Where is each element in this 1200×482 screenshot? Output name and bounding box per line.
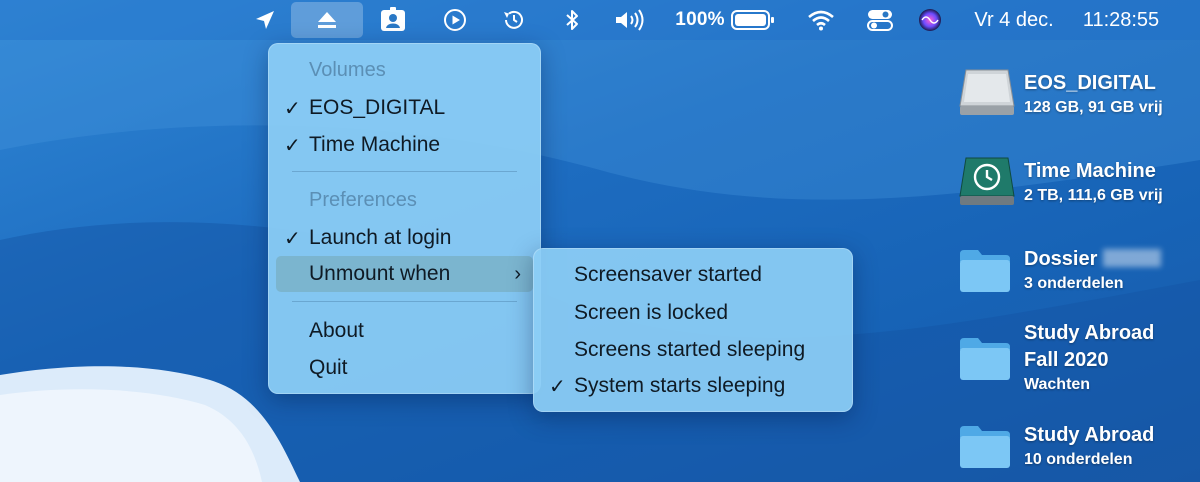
- desktop-item-time-machine[interactable]: Time Machine 2 TB, 111,6 GB vrij: [958, 154, 1198, 214]
- desktop-item-subtitle: 10 onderdelen: [1024, 451, 1133, 468]
- battery-icon[interactable]: [730, 0, 776, 40]
- eject-dropdown-menu: Volumes ✓ EOS_DIGITAL ✓ Time Machine Pre…: [268, 43, 541, 394]
- desktop-item-eos-digital[interactable]: EOS_DIGITAL 128 GB, 91 GB vrij: [958, 66, 1198, 126]
- menu-item-quit[interactable]: Quit: [268, 353, 541, 383]
- menu-item-unmount-when[interactable]: Unmount when ›: [268, 259, 541, 289]
- chevron-right-icon: ›: [514, 262, 521, 285]
- menu-bar: 100% Vr 4 dec. 11:28:55: [0, 0, 1200, 40]
- redacted-blur: [1103, 249, 1162, 267]
- siri-icon[interactable]: [914, 0, 946, 40]
- desktop-item-subtitle: 3 onderdelen: [1024, 275, 1124, 292]
- control-center-icon[interactable]: [864, 0, 896, 40]
- menu-separator: [292, 171, 517, 172]
- desktop-item-title: Dossier: [1024, 248, 1162, 271]
- menu-item-label: Launch at login: [309, 226, 452, 249]
- wifi-icon[interactable]: [805, 0, 837, 40]
- desktop-item-study-abroad[interactable]: Study Abroad 10 onderdelen: [958, 420, 1198, 480]
- location-arrow-icon[interactable]: [250, 0, 280, 40]
- contacts-icon[interactable]: [376, 0, 410, 40]
- menu-item-time-machine[interactable]: ✓ Time Machine: [268, 130, 541, 160]
- menu-item-label: Quit: [309, 356, 348, 379]
- desktop-item-title: Study Abroad: [1024, 424, 1155, 446]
- desktop-item-study-abroad-fall[interactable]: Study Abroad Fall 2020 Wachten: [958, 320, 1198, 400]
- preferences-header: Preferences: [309, 189, 417, 211]
- menu-item-label: Screens started sleeping: [574, 338, 806, 361]
- menu-item-label: Unmount when: [309, 262, 451, 285]
- eject-menu-button[interactable]: [291, 2, 363, 38]
- menu-item-label: EOS_DIGITAL: [309, 96, 446, 119]
- unmount-when-submenu: Screensaver started Screen is locked Scr…: [533, 248, 853, 412]
- battery-percent[interactable]: 100%: [672, 0, 728, 40]
- desktop-item-subtitle: 128 GB, 91 GB vrij: [1024, 99, 1163, 116]
- menu-separator: [292, 301, 517, 302]
- desktop-item-title-line2: Fall 2020: [1024, 349, 1109, 371]
- menu-item-label: Screen is locked: [574, 301, 729, 324]
- time-machine-drive-icon: [959, 157, 1015, 205]
- menu-item-label: About: [309, 319, 364, 342]
- eject-icon: [318, 12, 336, 28]
- menubar-date[interactable]: Vr 4 dec.: [964, 0, 1064, 40]
- menu-item-label: System starts sleeping: [574, 374, 786, 397]
- folder-icon: [960, 426, 1010, 468]
- desktop-item-subtitle: Wachten: [1024, 376, 1091, 393]
- submenu-item-screensaver-started[interactable]: Screensaver started: [533, 260, 853, 290]
- check-icon: ✓: [284, 134, 301, 157]
- menu-item-launch-at-login[interactable]: ✓ Launch at login: [268, 223, 541, 253]
- bluetooth-icon[interactable]: [560, 0, 584, 40]
- submenu-item-screen-locked[interactable]: Screen is locked: [533, 298, 853, 328]
- menu-item-label: Screensaver started: [574, 263, 762, 286]
- desktop-item-title: Study Abroad: [1024, 322, 1155, 344]
- desktop-item-subtitle: 2 TB, 111,6 GB vrij: [1024, 187, 1163, 204]
- folder-icon: [960, 338, 1010, 380]
- desktop-item-dossier[interactable]: Dossier 3 onderdelen: [958, 242, 1198, 302]
- check-icon: ✓: [284, 97, 301, 120]
- menubar-time[interactable]: 11:28:55: [1072, 0, 1170, 40]
- folder-icon: [960, 250, 1010, 292]
- time-machine-icon[interactable]: [498, 0, 530, 40]
- menu-item-about[interactable]: About: [268, 316, 541, 346]
- check-icon: ✓: [284, 227, 301, 250]
- submenu-item-system-sleeping[interactable]: ✓ System starts sleeping: [533, 371, 853, 401]
- desktop-item-title: Time Machine: [1024, 160, 1156, 182]
- check-icon: ✓: [549, 375, 566, 398]
- submenu-item-screens-sleeping[interactable]: Screens started sleeping: [533, 335, 853, 365]
- external-drive-icon: [959, 69, 1015, 115]
- volumes-header: Volumes: [309, 59, 386, 81]
- menu-item-label: Time Machine: [309, 133, 441, 156]
- volume-icon[interactable]: [612, 0, 650, 40]
- menu-item-eos-digital[interactable]: ✓ EOS_DIGITAL: [268, 93, 541, 123]
- desktop-item-title: EOS_DIGITAL: [1024, 72, 1156, 94]
- play-circle-icon[interactable]: [440, 0, 470, 40]
